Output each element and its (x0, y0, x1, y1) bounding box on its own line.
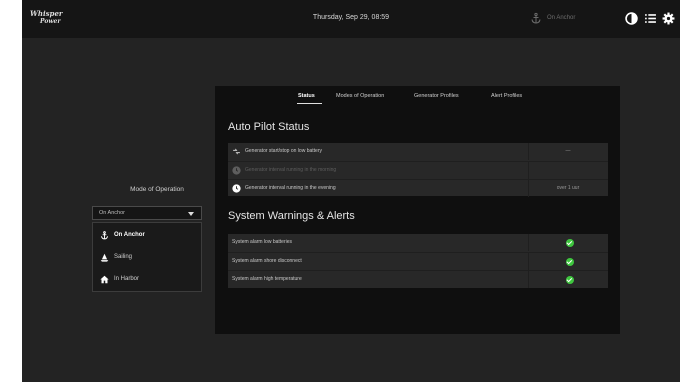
app-window: Whisper Power Thursday, Sep 29, 08:59 On… (22, 0, 680, 382)
autopilot-row-evening-interval[interactable]: Generator interval running in the evenin… (228, 179, 608, 197)
autopilot-status-title: Auto Pilot Status (228, 121, 310, 133)
warning-row-label: System alarm shore disconnect (232, 258, 302, 264)
clock-icon (232, 184, 241, 193)
ok-check-icon (566, 239, 574, 247)
battery-swap-icon (233, 148, 240, 155)
tab-bar: Status Modes of Operation Generator Prof… (215, 86, 620, 108)
column-divider (528, 253, 529, 270)
mode-option-on-anchor[interactable]: On Anchor (93, 225, 201, 247)
mode-option-in-harbor[interactable]: In Harbor (93, 269, 201, 291)
autopilot-row-label: Generator interval running in the mornin… (245, 167, 337, 173)
gear-icon[interactable] (662, 12, 675, 25)
tab-alert-profiles[interactable]: Alert Profiles (491, 93, 522, 99)
mode-option-label: On Anchor (114, 232, 145, 238)
status-panel: Status Modes of Operation Generator Prof… (215, 86, 620, 334)
mode-option-sailing[interactable]: Sailing (93, 247, 201, 269)
sailboat-icon (100, 253, 109, 262)
warning-row-low-batteries[interactable]: System alarm low batteries (228, 234, 608, 252)
column-divider (528, 143, 529, 160)
warning-row-label: System alarm high temperature (232, 276, 302, 282)
tab-generator-profiles[interactable]: Generator Profiles (414, 93, 459, 99)
autopilot-row-label: Generator start/stop on low battery (245, 148, 322, 154)
night-mode-icon[interactable] (625, 12, 638, 25)
mode-option-label: Sailing (114, 254, 133, 260)
tab-status[interactable]: Status (298, 93, 315, 99)
warning-row-high-temperature[interactable]: System alarm high temperature (228, 270, 608, 288)
anchor-status-label: On Anchor (547, 15, 576, 21)
autopilot-row-label: Generator interval running in the evenin… (245, 185, 336, 191)
column-divider (528, 271, 529, 288)
autopilot-status-card: Generator start/stop on low battery — Ge… (228, 143, 608, 197)
anchor-icon (101, 231, 108, 240)
ok-check-icon (566, 276, 574, 284)
anchor-icon (531, 12, 541, 24)
mode-dropdown-menu: On Anchor Sailing In Harbor (92, 222, 202, 292)
column-divider (528, 180, 529, 197)
caret-down-icon (188, 212, 194, 216)
home-icon (100, 275, 109, 284)
mode-option-label: In Harbor (114, 276, 140, 282)
column-divider (528, 162, 529, 179)
active-tab-indicator (297, 103, 322, 104)
mode-select[interactable]: On Anchor (92, 206, 202, 220)
top-bar: Whisper Power Thursday, Sep 29, 08:59 On… (22, 0, 680, 38)
date-time: Thursday, Sep 29, 08:59 (312, 14, 390, 21)
warning-row-shore-disconnect[interactable]: System alarm shore disconnect (228, 252, 608, 270)
system-warnings-title: System Warnings & Alerts (228, 210, 355, 222)
mode-select-value: On Anchor (99, 210, 125, 216)
warning-row-label: System alarm low batteries (232, 239, 293, 245)
clock-icon (232, 166, 241, 175)
tab-modes-of-operation[interactable]: Modes of Operation (336, 93, 384, 99)
autopilot-row-low-battery[interactable]: Generator start/stop on low battery — (228, 143, 608, 161)
autopilot-row-value: over 1 uur (556, 185, 580, 191)
menu-list-icon[interactable] (644, 12, 657, 25)
autopilot-row-value: — (565, 148, 571, 154)
column-divider (528, 234, 529, 251)
autopilot-row-morning-interval[interactable]: Generator interval running in the mornin… (228, 161, 608, 179)
system-warnings-card: System alarm low batteries System alarm … (228, 234, 608, 288)
mode-of-operation-label: Mode of Operation (130, 186, 184, 193)
ok-check-icon (566, 258, 574, 266)
